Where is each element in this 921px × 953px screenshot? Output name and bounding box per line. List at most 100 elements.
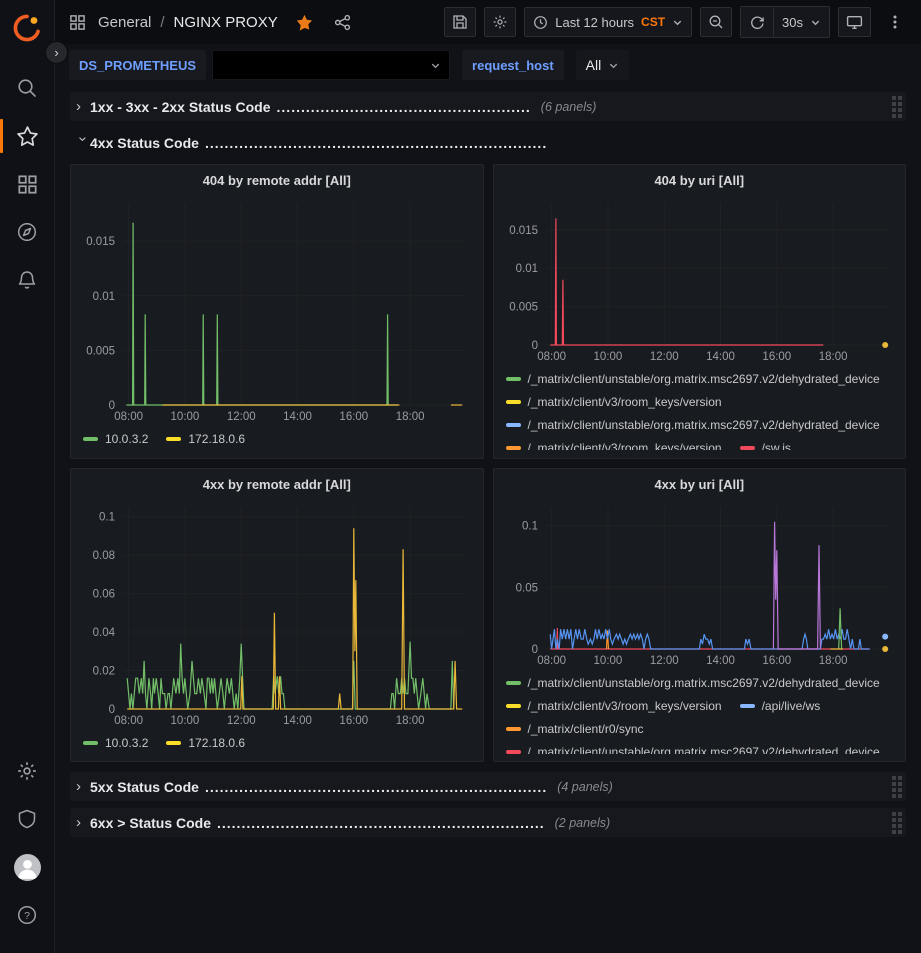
legend-item[interactable]: 172.18.0.6: [166, 736, 245, 750]
legend-item[interactable]: /_matrix/client/unstable/org.matrix.msc2…: [506, 745, 880, 755]
timeseries-plot[interactable]: 08:0010:0012:0014:0016:0018:0000.020.040…: [77, 497, 477, 729]
svg-text:12:00: 12:00: [649, 351, 678, 363]
request-host-value: All: [586, 57, 602, 73]
time-range-picker[interactable]: Last 12 hours CST: [524, 7, 692, 37]
active-section-indicator: [0, 119, 3, 153]
favorite-star-icon[interactable]: [296, 14, 313, 31]
svg-text:08:00: 08:00: [537, 655, 566, 667]
chevron-down-icon: [810, 17, 821, 28]
row-header-4xx[interactable]: › 4xx Status Code ......................…: [70, 128, 906, 157]
row-drag-handle[interactable]: [892, 776, 902, 798]
dashboard-title[interactable]: NGINX PROXY: [174, 14, 278, 31]
legend-item[interactable]: /api/live/ws: [740, 699, 821, 713]
search-icon[interactable]: [7, 68, 47, 108]
svg-text:12:00: 12:00: [227, 715, 256, 727]
timeseries-plot[interactable]: 08:0010:0012:0014:0016:0018:0000.050.1: [500, 497, 900, 669]
panel-legend: /_matrix/client/unstable/org.matrix.msc2…: [500, 365, 900, 450]
svg-text:0.1: 0.1: [99, 512, 115, 524]
legend-item[interactable]: /_matrix/client/unstable/org.matrix.msc2…: [506, 418, 880, 432]
panel-title[interactable]: 404 by uri [All]: [500, 169, 900, 193]
monitor-icon: [846, 14, 863, 31]
legend-swatch: [83, 741, 98, 745]
row-chevron-icon: ›: [76, 814, 90, 831]
datasource-picker[interactable]: [212, 50, 450, 80]
breadcrumb-folder[interactable]: General: [98, 14, 151, 31]
timeseries-plot[interactable]: 08:0010:0012:0014:0016:0018:0000.0050.01…: [500, 193, 900, 365]
svg-text:18:00: 18:00: [396, 715, 425, 727]
legend-swatch: [740, 704, 755, 708]
grafana-logo[interactable]: [7, 8, 47, 48]
legend-label: /_matrix/client/v3/room_keys/version: [528, 441, 722, 451]
row-drag-handle[interactable]: [892, 96, 902, 118]
legend-item[interactable]: /_matrix/client/v3/room_keys/version: [506, 441, 722, 451]
legend-swatch: [506, 446, 521, 450]
row-chevron-icon: ›: [75, 137, 92, 151]
request-host-picker[interactable]: All: [576, 50, 630, 80]
svg-text:0.01: 0.01: [93, 291, 115, 303]
chevron-down-icon: [672, 17, 683, 28]
datasource-label[interactable]: DS_PROMETHEUS: [69, 50, 206, 80]
svg-text:0.01: 0.01: [515, 263, 537, 275]
row-header-6xx[interactable]: › 6xx > Status Code ....................…: [70, 808, 906, 837]
legend-item[interactable]: /_matrix/client/unstable/org.matrix.msc2…: [506, 372, 880, 386]
legend-item[interactable]: 172.18.0.6: [166, 432, 245, 446]
row-header-5xx[interactable]: › 5xx Status Code ......................…: [70, 772, 906, 801]
cycle-view-mode-button[interactable]: [838, 7, 871, 37]
alerting-bell-icon[interactable]: [7, 260, 47, 300]
time-zone-label: CST: [641, 15, 665, 29]
configuration-gear-icon[interactable]: [7, 751, 47, 791]
legend-item[interactable]: /sw.js: [740, 441, 791, 451]
dashboard-settings-button[interactable]: [484, 7, 516, 37]
top-nav: General / NGINX PROXY: [55, 0, 921, 44]
legend-label: 10.0.3.2: [105, 736, 148, 750]
svg-text:0.005: 0.005: [509, 302, 538, 314]
panel-404-by-remote-addr: 404 by remote addr [All] 08:0010:0012:00…: [70, 164, 484, 459]
sidebar-expand-button[interactable]: ›: [45, 41, 68, 64]
legend-item[interactable]: /_matrix/client/v3/room_keys/version: [506, 699, 722, 713]
svg-text:16:00: 16:00: [339, 411, 368, 423]
starred-dashboards-icon[interactable]: [7, 116, 47, 156]
panel-title[interactable]: 4xx by uri [All]: [500, 473, 900, 497]
legend-item[interactable]: 10.0.3.2: [83, 432, 148, 446]
panel-title[interactable]: 4xx by remote addr [All]: [77, 473, 477, 497]
dashboard-grid-icon: [69, 14, 86, 31]
zoom-out-time-button[interactable]: [700, 7, 732, 37]
save-dashboard-button[interactable]: [444, 7, 476, 37]
panel-legend: 10.0.3.2 172.18.0.6: [77, 425, 477, 451]
row-drag-handle[interactable]: [892, 812, 902, 834]
panel-4xx-by-remote-addr: 4xx by remote addr [All] 08:0010:0012:00…: [70, 468, 484, 762]
legend-item[interactable]: /_matrix/client/r0/sync: [506, 722, 644, 736]
server-admin-shield-icon[interactable]: [7, 799, 47, 839]
row-header-1xx-3xx-2xx[interactable]: › 1xx - 3xx - 2xx Status Code ..........…: [70, 92, 906, 121]
row-chevron-icon: ›: [76, 98, 90, 115]
svg-text:14:00: 14:00: [283, 411, 312, 423]
grafana-logo-icon: [12, 13, 42, 43]
legend-label: /_matrix/client/v3/room_keys/version: [528, 699, 722, 713]
more-options-button[interactable]: [879, 7, 911, 37]
user-avatar[interactable]: [7, 847, 47, 887]
request-host-variable: request_host: [462, 50, 564, 80]
panel-title[interactable]: 404 by remote addr [All]: [77, 169, 477, 193]
breadcrumb-separator: /: [160, 14, 164, 31]
request-host-label[interactable]: request_host: [462, 50, 564, 80]
row-panel-count: (2 panels): [555, 816, 611, 830]
legend-swatch: [83, 437, 98, 441]
share-icon[interactable]: [334, 14, 351, 31]
svg-text:10:00: 10:00: [593, 655, 622, 667]
refresh-button[interactable]: [741, 7, 773, 37]
refresh-interval-picker[interactable]: 30s: [773, 7, 829, 37]
svg-text:0.04: 0.04: [93, 627, 116, 639]
time-range-label: Last 12 hours: [555, 15, 634, 30]
explore-compass-icon[interactable]: [7, 212, 47, 252]
row-title: 5xx Status Code: [90, 779, 199, 795]
dashboards-icon[interactable]: [7, 164, 47, 204]
datasource-variable: DS_PROMETHEUS: [69, 50, 450, 80]
kebab-menu-icon: [893, 14, 897, 30]
row-panel-count: (4 panels): [557, 780, 613, 794]
help-icon[interactable]: ?: [7, 895, 47, 935]
legend-item[interactable]: /_matrix/client/unstable/org.matrix.msc2…: [506, 676, 880, 690]
legend-item[interactable]: /_matrix/client/v3/room_keys/version: [506, 395, 722, 409]
timeseries-plot[interactable]: 08:0010:0012:0014:0016:0018:0000.0050.01…: [77, 193, 477, 425]
legend-item[interactable]: 10.0.3.2: [83, 736, 148, 750]
svg-text:?: ?: [24, 910, 30, 922]
